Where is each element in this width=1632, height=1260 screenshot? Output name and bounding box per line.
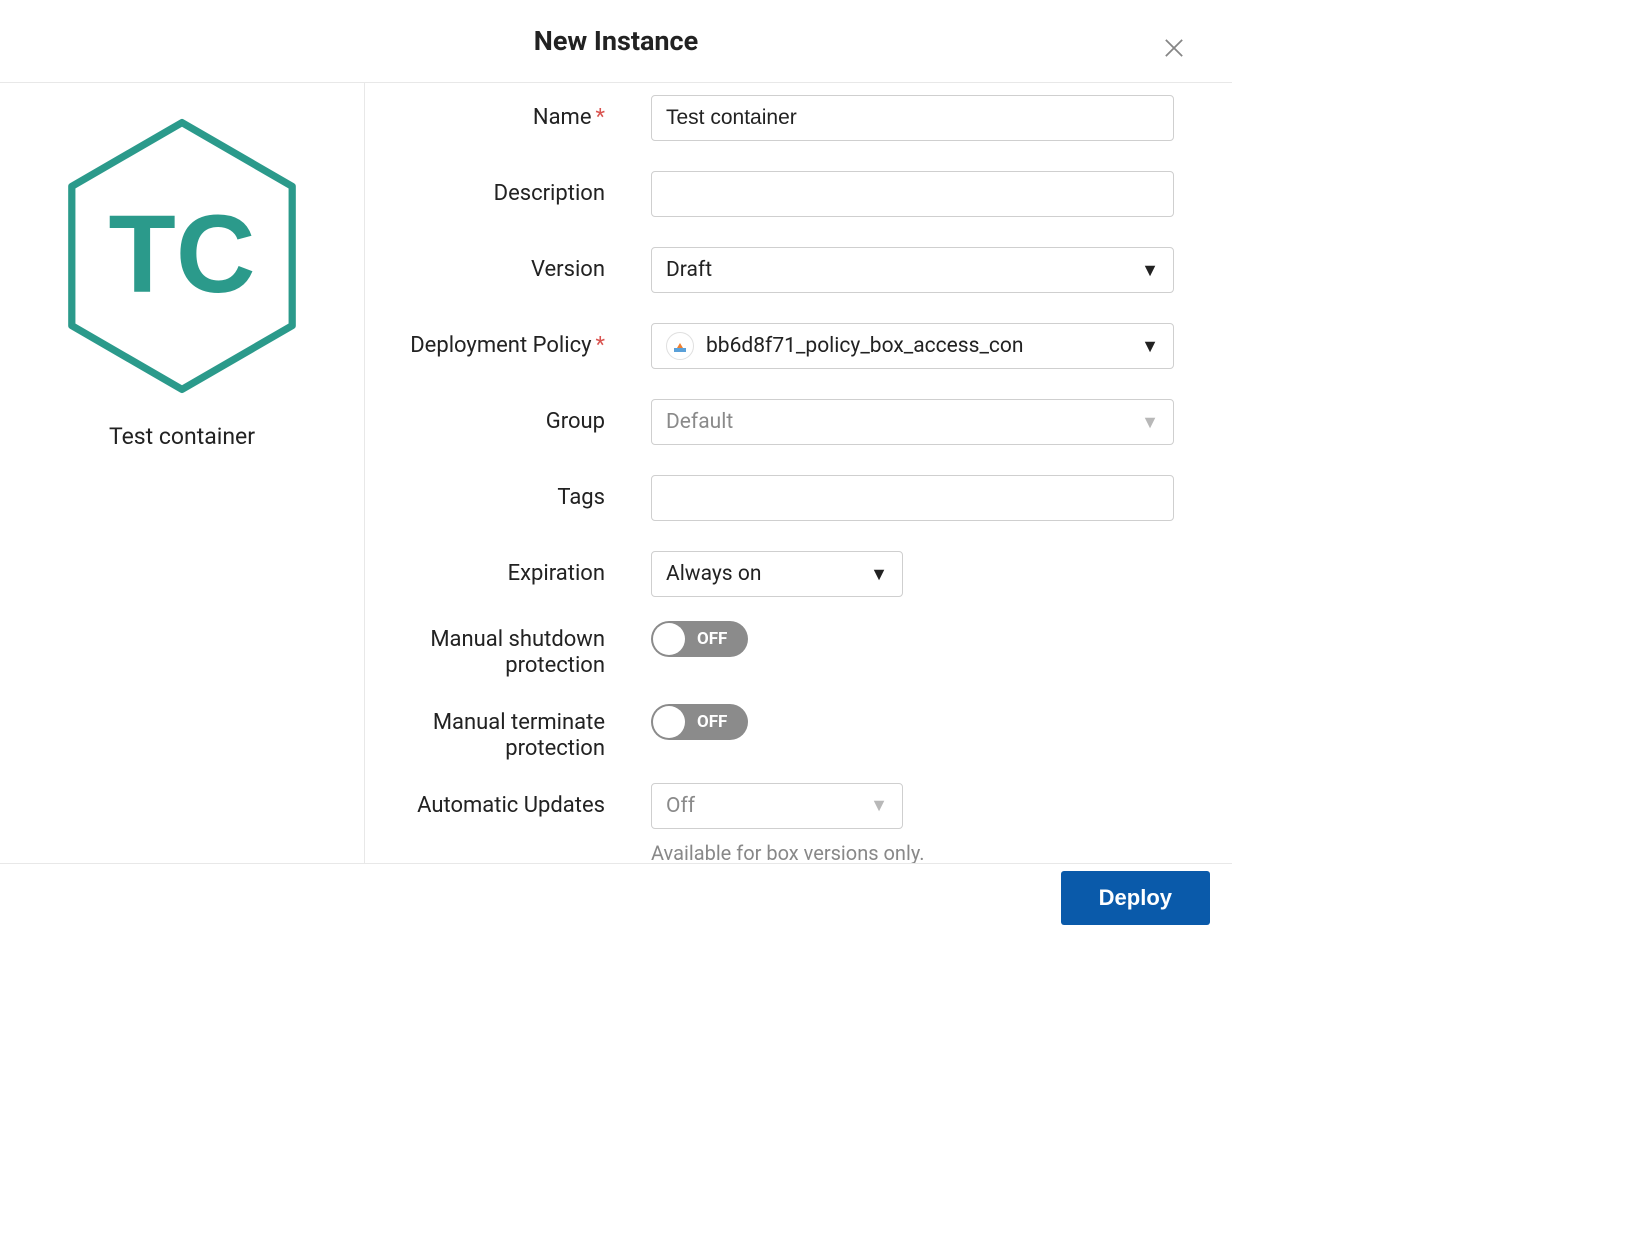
deployment-policy-select[interactable]: bb6d8f71_policy_box_access_con ▼ [651,323,1174,369]
chevron-down-icon: ▼ [1141,412,1159,433]
tags-field-label: Tags [365,475,605,511]
updates-select-value: Off [666,794,870,818]
expiration-field-label: Expiration [365,551,605,587]
description-input[interactable] [651,171,1174,217]
deploy-button[interactable]: Deploy [1061,871,1210,925]
close-icon [1160,34,1188,62]
expiration-select[interactable]: Always on ▼ [651,551,903,597]
automatic-updates-label: Automatic Updates [365,783,605,819]
name-input[interactable] [651,95,1174,141]
tags-input[interactable] [651,475,1174,521]
form-area: Name* Description Version Draft ▼ Deploy… [365,83,1232,863]
version-field-label: Version [365,247,605,283]
policy-select-value: bb6d8f71_policy_box_access_con [706,334,1141,358]
toggle-off-label: OFF [697,629,727,649]
modal-header: New Instance [0,0,1232,82]
toggle-off-label: OFF [697,712,727,732]
toggle-knob [653,706,685,738]
group-select[interactable]: Default ▼ [651,399,1174,445]
chevron-down-icon: ▼ [870,564,888,585]
version-select-value: Draft [666,258,1141,282]
updates-note: Available for box versions only. [651,841,1174,863]
terminate-protection-toggle[interactable]: OFF [651,704,748,740]
terminate-protection-label: Manual terminate protection [365,700,605,763]
policy-field-label: Deployment Policy* [365,323,605,359]
modal-title: New Instance [534,25,698,57]
description-field-label: Description [365,171,605,207]
chevron-down-icon: ▼ [1141,336,1159,357]
instance-hex-icon: TC [37,111,327,401]
automatic-updates-select[interactable]: Off ▼ [651,783,903,829]
shutdown-protection-label: Manual shutdown protection [365,617,605,680]
group-select-value: Default [666,410,1141,434]
chevron-down-icon: ▼ [870,795,888,816]
close-button[interactable] [1160,34,1190,64]
version-select[interactable]: Draft ▼ [651,247,1174,293]
name-field-label: Name* [365,95,605,131]
group-field-label: Group [365,399,605,435]
policy-icon [666,332,694,360]
chevron-down-icon: ▼ [1141,260,1159,281]
toggle-knob [653,623,685,655]
expiration-select-value: Always on [666,562,870,586]
hex-initials: TC [109,193,256,316]
shutdown-protection-toggle[interactable]: OFF [651,621,748,657]
side-panel: TC Test container [0,83,365,863]
instance-name-label: Test container [109,423,255,450]
